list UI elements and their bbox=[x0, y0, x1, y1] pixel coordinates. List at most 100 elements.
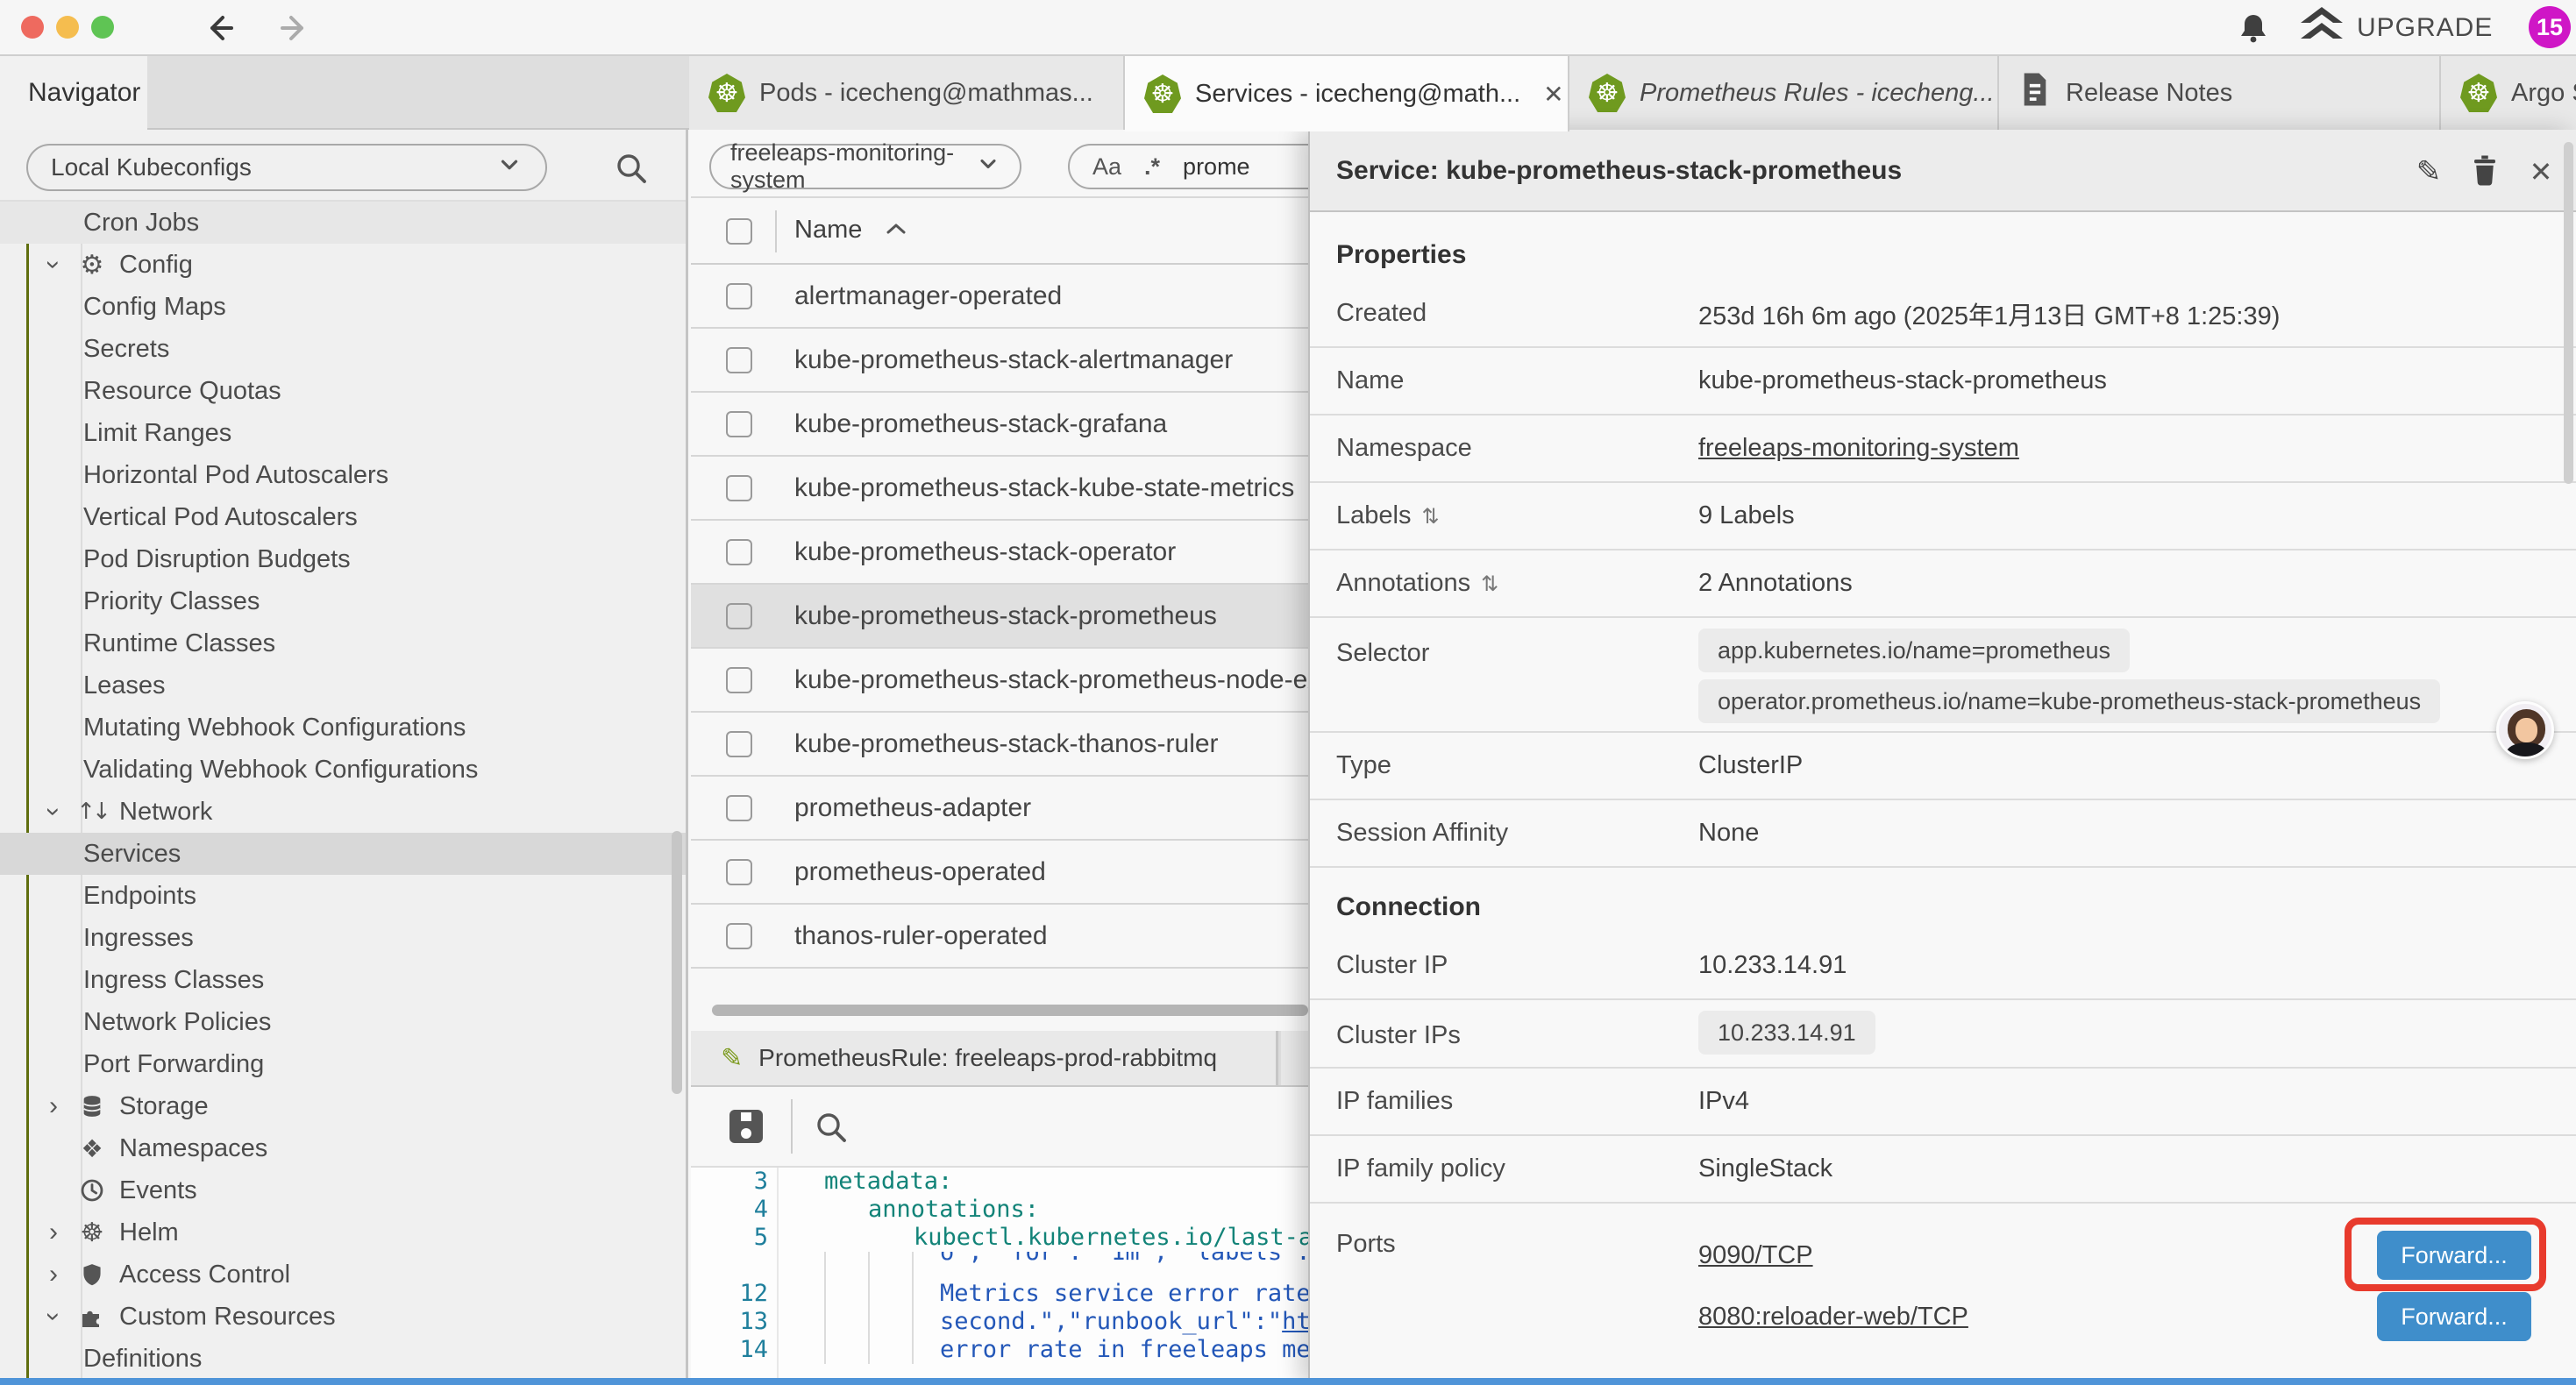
chevron-down-icon[interactable]: › bbox=[42, 800, 65, 823]
sidebar-item-namespaces[interactable]: ❖Namespaces bbox=[0, 1127, 688, 1169]
save-icon[interactable] bbox=[726, 1106, 766, 1147]
sidebar-item-leases[interactable]: Leases bbox=[0, 664, 688, 707]
sidebar-item-config[interactable]: ›⚙Config bbox=[0, 244, 688, 286]
sidebar-item-storage[interactable]: ›Storage bbox=[0, 1085, 688, 1127]
regex-toggle[interactable]: .* bbox=[1144, 153, 1160, 181]
sidebar-item-access-control[interactable]: ›Access Control bbox=[0, 1254, 688, 1296]
sidebar-item-pod-disruption-budgets[interactable]: Pod Disruption Budgets bbox=[0, 538, 688, 580]
forward-button[interactable] bbox=[279, 11, 314, 46]
upgrade-button[interactable]: UPGRADE bbox=[2299, 9, 2493, 47]
row-checkbox[interactable] bbox=[726, 667, 752, 693]
sidebar-item-runtime-classes[interactable]: Runtime Classes bbox=[0, 622, 688, 664]
sort-toggle-icon[interactable]: ⇅ bbox=[1481, 572, 1498, 596]
sidebar-item-services[interactable]: Services bbox=[0, 833, 688, 875]
port-link-9090-tcp[interactable]: 9090/TCP bbox=[1698, 1241, 1813, 1270]
match-case-toggle[interactable]: Aa bbox=[1092, 153, 1121, 181]
sidebar-item-validating-webhook-configurations[interactable]: Validating Webhook Configurations bbox=[0, 749, 688, 791]
horizontal-scrollbar[interactable] bbox=[712, 1005, 1308, 1016]
table-search-input[interactable]: Aa .* prome bbox=[1068, 144, 1308, 189]
sidebar-item-definitions[interactable]: Definitions bbox=[0, 1338, 688, 1380]
traffic-zoom-button[interactable] bbox=[91, 16, 114, 39]
sidebar-item-ingress-classes[interactable]: Ingress Classes bbox=[0, 959, 688, 1001]
user-avatar[interactable] bbox=[2496, 701, 2554, 759]
row-checkbox[interactable] bbox=[726, 795, 752, 821]
editor-tab-partial[interactable]: ✎ bbox=[1281, 1031, 1308, 1085]
sidebar-item-config-maps[interactable]: Config Maps bbox=[0, 286, 688, 328]
chevron-down-icon[interactable]: › bbox=[42, 253, 65, 276]
row-checkbox[interactable] bbox=[726, 283, 752, 309]
sidebar-item-network-policies[interactable]: Network Policies bbox=[0, 1001, 688, 1043]
namespace-selector[interactable]: freeleaps-monitoring-system bbox=[709, 144, 1021, 189]
tab-argo-se[interactable]: ☸Argo Se bbox=[2441, 56, 2576, 130]
table-row-kube-prometheus-stack-operator[interactable]: kube-prometheus-stack-operator bbox=[691, 521, 1308, 585]
sidebar-item-limit-ranges[interactable]: Limit Ranges bbox=[0, 412, 688, 454]
sidebar-item-endpoints[interactable]: Endpoints bbox=[0, 875, 688, 917]
sidebar-item-helm[interactable]: ›☸Helm bbox=[0, 1211, 688, 1254]
traffic-minimize-button[interactable] bbox=[56, 16, 79, 39]
port-link-8080-reloader-web-tcp[interactable]: 8080:reloader-web/TCP bbox=[1698, 1303, 1968, 1332]
row-checkbox[interactable] bbox=[726, 475, 752, 501]
navigator-panel-tab[interactable]: Navigator bbox=[0, 56, 147, 130]
tab-release-notes[interactable]: Release Notes bbox=[1999, 56, 2441, 130]
row-checkbox[interactable] bbox=[726, 411, 752, 437]
table-row-thanos-ruler-operated[interactable]: thanos-ruler-operated bbox=[691, 905, 1308, 969]
chevron-down-icon[interactable]: › bbox=[42, 1305, 65, 1328]
sidebar-item-secrets[interactable]: Secrets bbox=[0, 328, 688, 370]
sidebar-item-horizontal-pod-autoscalers[interactable]: Horizontal Pod Autoscalers bbox=[0, 454, 688, 496]
row-checkbox[interactable] bbox=[726, 347, 752, 373]
tab-prometheus-rules-icecheng[interactable]: ☸Prometheus Rules - icecheng... bbox=[1569, 56, 1999, 130]
tab-pods-icecheng-mathmas[interactable]: ☸Pods - icecheng@mathmas... bbox=[689, 56, 1125, 130]
sidebar-item-resource-quotas[interactable]: Resource Quotas bbox=[0, 370, 688, 412]
delete-trash-icon[interactable] bbox=[2466, 151, 2504, 189]
sidebar-search-icon[interactable] bbox=[612, 149, 651, 188]
namespace-link[interactable]: freeleaps-monitoring-system bbox=[1698, 434, 2019, 463]
chevron-right-icon[interactable]: › bbox=[42, 1095, 65, 1118]
table-row-prometheus-adapter[interactable]: prometheus-adapter bbox=[691, 777, 1308, 841]
yaml-editor[interactable]: 3metadata:4annotations:5kubectl.kubernet… bbox=[691, 1168, 1308, 1378]
table-row-prometheus-operated[interactable]: prometheus-operated bbox=[691, 841, 1308, 905]
chevron-right-icon[interactable]: › bbox=[42, 1221, 65, 1244]
properties-heading: Properties bbox=[1310, 230, 2576, 281]
row-checkbox[interactable] bbox=[726, 923, 752, 949]
kubernetes-icon: ☸ bbox=[1589, 74, 1626, 112]
sidebar-item-network[interactable]: ›↑↓Network bbox=[0, 791, 688, 833]
forward-button-8080-reloader-web-tcp[interactable]: Forward... bbox=[2377, 1292, 2531, 1341]
sidebar-item-port-forwarding[interactable]: Port Forwarding bbox=[0, 1043, 688, 1085]
sidebar-item-events[interactable]: Events bbox=[0, 1169, 688, 1211]
kubeconfig-selector[interactable]: Local Kubeconfigs bbox=[26, 144, 547, 191]
table-row-kube-prometheus-stack-kube-state-metrics[interactable]: kube-prometheus-stack-kube-state-metrics bbox=[691, 457, 1308, 521]
table-row-kube-prometheus-stack-thanos-ruler[interactable]: kube-prometheus-stack-thanos-ruler bbox=[691, 713, 1308, 777]
tab-services-icecheng-math[interactable]: ☸Services - icecheng@math...✕ bbox=[1125, 56, 1569, 131]
notification-count-badge[interactable]: 15 bbox=[2529, 6, 2571, 48]
sidebar-item-mutating-webhook-configurations[interactable]: Mutating Webhook Configurations bbox=[0, 707, 688, 749]
sidebar-item-cron-jobs[interactable]: Cron Jobs bbox=[0, 202, 688, 244]
edit-pencil-icon[interactable]: ✎ bbox=[2409, 153, 2448, 191]
sidebar-item-custom-resources[interactable]: ›Custom Resources bbox=[0, 1296, 688, 1338]
table-row-kube-prometheus-stack-grafana[interactable]: kube-prometheus-stack-grafana bbox=[691, 393, 1308, 457]
notifications-bell-icon[interactable] bbox=[2236, 11, 2271, 46]
sidebar-item-label: Helm bbox=[119, 1218, 179, 1247]
row-checkbox[interactable] bbox=[726, 539, 752, 565]
table-row-kube-prometheus-stack-prometheus[interactable]: kube-prometheus-stack-prometheus bbox=[691, 585, 1308, 649]
traffic-close-button[interactable] bbox=[21, 16, 44, 39]
table-row-alertmanager-operated[interactable]: alertmanager-operated bbox=[691, 265, 1308, 329]
table-row-kube-prometheus-stack-prometheus-node-expor[interactable]: kube-prometheus-stack-prometheus-node-ex… bbox=[691, 649, 1308, 713]
table-row-kube-prometheus-stack-alertmanager[interactable]: kube-prometheus-stack-alertmanager bbox=[691, 329, 1308, 393]
row-checkbox[interactable] bbox=[726, 859, 752, 885]
sidebar-item-priority-classes[interactable]: Priority Classes bbox=[0, 580, 688, 622]
row-checkbox[interactable] bbox=[726, 603, 752, 629]
sort-toggle-icon[interactable]: ⇅ bbox=[1421, 504, 1439, 529]
editor-tab-prometheusrule-freeleaps-prod-rabbitmq[interactable]: ✎PrometheusRule: freeleaps-prod-rabbitmq bbox=[691, 1031, 1278, 1085]
row-checkbox[interactable] bbox=[726, 731, 752, 757]
back-button[interactable] bbox=[200, 11, 235, 46]
drawer-scrollbar[interactable] bbox=[2564, 142, 2573, 484]
editor-search-icon[interactable] bbox=[812, 1108, 850, 1147]
sidebar-scrollbar[interactable] bbox=[672, 831, 682, 1094]
name-column-header[interactable]: Name bbox=[794, 216, 907, 245]
close-icon[interactable]: ✕ bbox=[1543, 80, 1563, 109]
sidebar-item-ingresses[interactable]: Ingresses bbox=[0, 917, 688, 959]
sidebar-item-vertical-pod-autoscalers[interactable]: Vertical Pod Autoscalers bbox=[0, 496, 688, 538]
close-icon[interactable]: ✕ bbox=[2522, 153, 2560, 191]
chevron-right-icon[interactable]: › bbox=[42, 1263, 65, 1286]
select-all-checkbox[interactable] bbox=[726, 218, 752, 245]
